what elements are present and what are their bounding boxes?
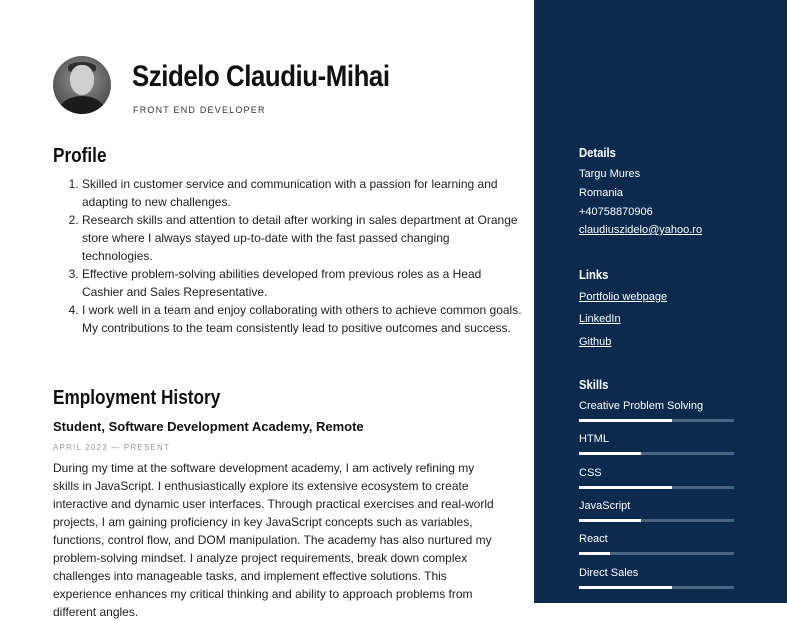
profile-item: Effective problem-solving abilities deve… xyxy=(82,265,522,301)
details-country: Romania xyxy=(579,187,624,199)
job-dates: APRIL 2023 — PRESENT xyxy=(53,443,171,452)
links-heading: Links xyxy=(579,268,609,282)
details-email-link[interactable]: claudiuszidelo@yahoo.ro xyxy=(579,224,702,236)
profile-item: I work well in a team and enjoy collabor… xyxy=(82,301,522,337)
profile-item: Skilled in customer service and communic… xyxy=(82,175,522,211)
skill-bar xyxy=(579,586,734,589)
skill-label: HTML xyxy=(579,433,609,445)
candidate-role: FRONT END DEVELOPER xyxy=(133,105,266,115)
avatar xyxy=(53,56,111,114)
skill-label: Direct Sales xyxy=(579,567,639,579)
skill-label: JavaScript xyxy=(579,500,631,512)
link-portfolio[interactable]: Portfolio webpage xyxy=(579,291,667,303)
link-github[interactable]: Github xyxy=(579,336,611,348)
skill-bar-fill xyxy=(579,586,672,589)
skill-bar-fill xyxy=(579,552,610,555)
skill-bar xyxy=(579,552,734,555)
skill-bar xyxy=(579,486,734,489)
resume-main: Szidelo Claudiu-Mihai FRONT END DEVELOPE… xyxy=(0,0,534,619)
profile-list: Skilled in customer service and communic… xyxy=(53,175,522,337)
profile-item: Research skills and attention to detail … xyxy=(82,211,522,265)
details-phone: +40758870906 xyxy=(579,206,653,218)
job-title: Student, Software Development Academy, R… xyxy=(53,419,364,434)
avatar-head xyxy=(70,65,94,95)
profile-heading: Profile xyxy=(53,145,107,167)
details-heading: Details xyxy=(579,146,616,160)
skill-bar-fill xyxy=(579,519,641,522)
skill-bar xyxy=(579,519,734,522)
employment-heading: Employment History xyxy=(53,387,221,409)
skills-heading: Skills xyxy=(579,378,609,392)
skill-bar xyxy=(579,419,734,422)
job-description: During my time at the software developme… xyxy=(53,461,494,619)
skill-label: React xyxy=(579,533,608,545)
skill-bar-fill xyxy=(579,419,672,422)
skill-label: CSS xyxy=(579,467,602,479)
details-city: Targu Mures xyxy=(579,168,641,180)
skill-bar-fill xyxy=(579,452,641,455)
link-linkedin[interactable]: LinkedIn xyxy=(579,313,621,325)
skill-bar xyxy=(579,452,734,455)
skill-label: Creative Problem Solving xyxy=(579,400,704,412)
avatar-body xyxy=(59,96,105,114)
skill-bar-fill xyxy=(579,486,672,489)
candidate-name: Szidelo Claudiu-Mihai xyxy=(132,60,390,93)
